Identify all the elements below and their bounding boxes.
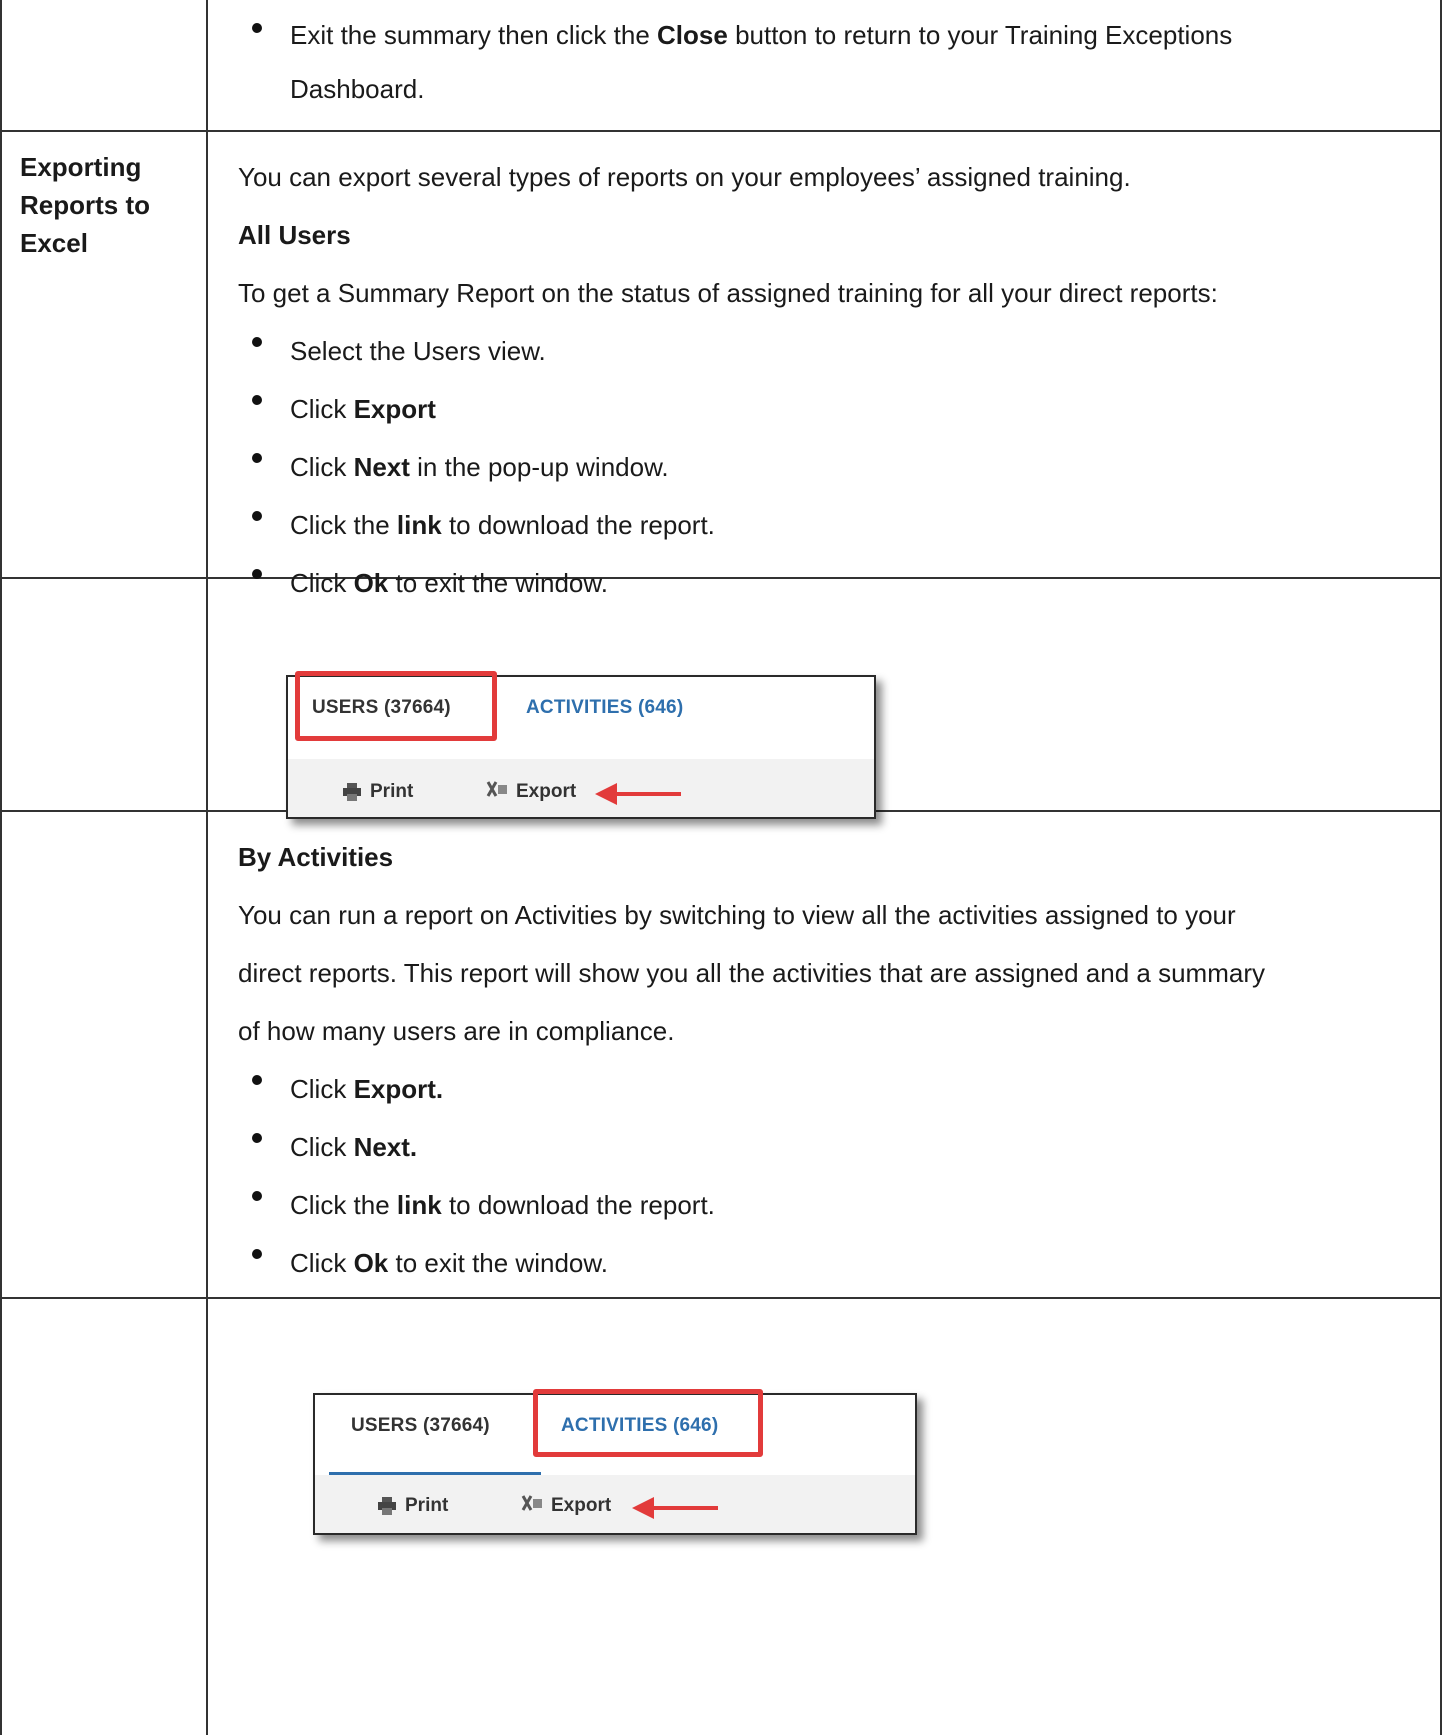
by-activities-description-2: direct reports. This report will show yo…: [238, 958, 1265, 988]
all-users-steps: Select the Users view. Click Export Clic…: [238, 322, 1418, 612]
printer-icon: [377, 1497, 397, 1515]
red-arrow-icon: [595, 783, 681, 805]
print-button[interactable]: Print: [377, 1495, 448, 1517]
list-item: Select the Users view.: [238, 322, 1418, 380]
list-item: Click Next in the pop-up window.: [238, 438, 1418, 496]
activities-view-screenshot: USERS (37664) ACTIVITIES (646) Print Exp…: [313, 1389, 917, 1535]
list-item: Click the link to download the report.: [238, 496, 1418, 554]
tab-activities[interactable]: ACTIVITIES (646): [526, 697, 683, 719]
all-users-cell: You can export several types of reports …: [238, 148, 1418, 612]
printer-icon: [342, 783, 362, 801]
tab-users[interactable]: USERS (37664): [351, 1415, 490, 1437]
top-bullet-cell: Exit the summary then click the Close bu…: [238, 8, 1418, 116]
table-column-divider: [206, 0, 208, 1735]
toolbar: Print Export: [315, 1475, 915, 1533]
list-item: Click Export.: [238, 1060, 1418, 1118]
users-view-screenshot: USERS (37664) ACTIVITIES (646) Print Exp…: [286, 671, 876, 819]
list-item: Click Ok to exit the window.: [238, 554, 1418, 612]
row-divider-4: [0, 1297, 1442, 1299]
intro-text: You can export several types of reports …: [238, 162, 1131, 192]
row-divider-1: [0, 130, 1442, 132]
section-label: Exporting Reports to Excel: [20, 152, 150, 258]
by-activities-cell: By Activities You can run a report on Ac…: [238, 828, 1418, 1292]
by-activities-description-1: You can run a report on Activities by sw…: [238, 900, 1236, 930]
highlight-box: [295, 671, 497, 741]
export-button[interactable]: Export: [521, 1495, 611, 1517]
list-item: Click the link to download the report.: [238, 1176, 1418, 1234]
excel-icon: [486, 781, 508, 803]
by-activities-steps: Click Export. Click Next. Click the link…: [238, 1060, 1418, 1292]
export-button[interactable]: Export: [486, 781, 576, 803]
list-item: Click Next.: [238, 1118, 1418, 1176]
list-item: Click Ok to exit the window.: [238, 1234, 1418, 1292]
all-users-heading: All Users: [238, 220, 351, 250]
list-item: Exit the summary then click the Close bu…: [238, 8, 1418, 116]
highlight-box: [533, 1389, 763, 1457]
by-activities-description-3: of how many users are in compliance.: [238, 1016, 675, 1046]
print-button[interactable]: Print: [342, 781, 413, 803]
all-users-description: To get a Summary Report on the status of…: [238, 278, 1218, 308]
toolbar: Print Export: [288, 759, 874, 817]
excel-icon: [521, 1495, 543, 1517]
list-item: Click Export: [238, 380, 1418, 438]
by-activities-heading: By Activities: [238, 842, 394, 872]
red-arrow-icon: [632, 1497, 718, 1519]
table-border-left: [0, 0, 2, 1735]
